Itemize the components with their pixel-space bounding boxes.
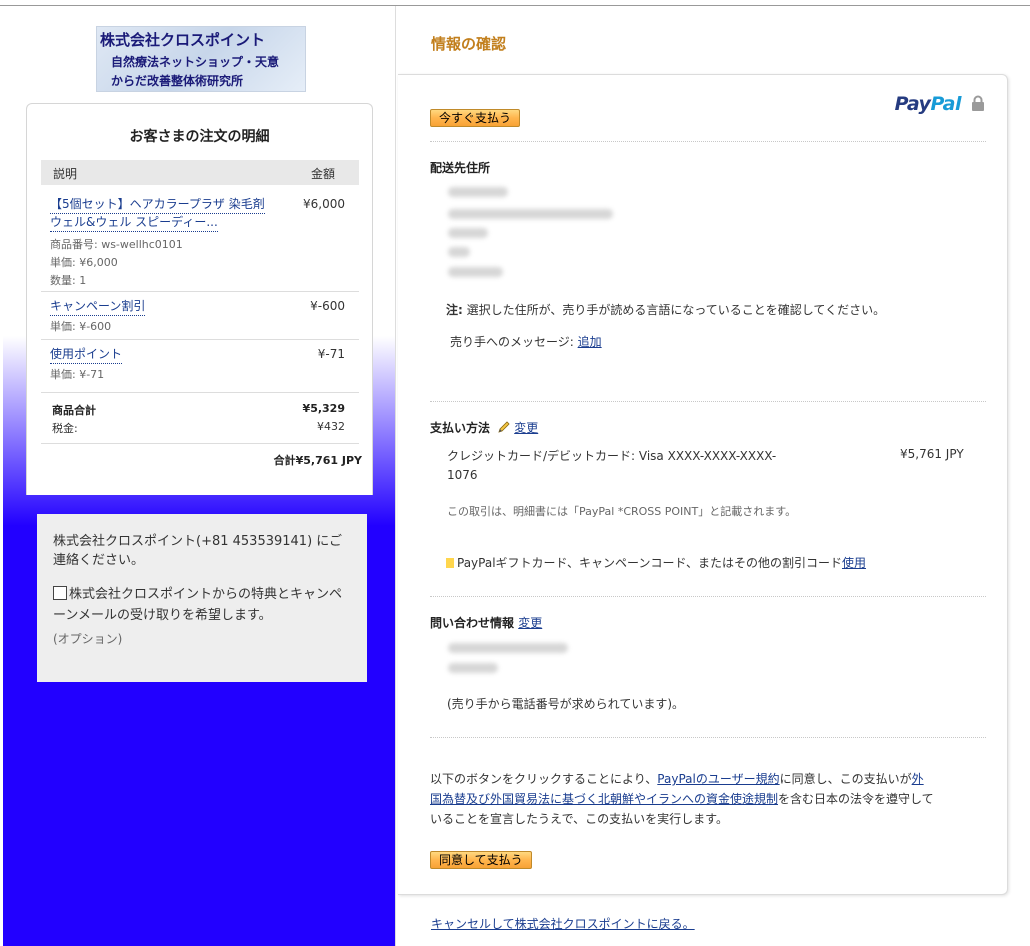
tax-value: ¥432 (317, 420, 345, 433)
marketing-optin: 株式会社クロスポイントからの特典とキャンペーンメールの受け取りを希望します。 (53, 584, 353, 626)
payment-method-label: 支払い方法 (430, 421, 491, 435)
item-amount: ¥-600 (310, 299, 345, 313)
divider (430, 737, 986, 738)
card-description: クレジットカード/デビットカード: Visa XXXX-XXXX-XXXX- (447, 449, 777, 463)
redacted-address-line (448, 247, 470, 257)
change-payment-link[interactable]: 変更 (514, 421, 538, 435)
gift-card-text: PayPalギフトカード、キャンペーンコード、またはその他の割引コード (457, 556, 842, 570)
item-name-link[interactable]: 【5個セット】ヘアカラープラザ 染毛剤 (50, 195, 265, 214)
item-name-link[interactable]: キャンペーン割引 (50, 297, 146, 316)
divider (430, 596, 986, 597)
note-text: 選択した住所が、売り手が読める言語になっていることを確認してください。 (462, 303, 886, 317)
fx-regulation-link-line2[interactable]: 国為替及び外国貿易法に基づく北朝鮮やイランへの資金使途規制 (430, 792, 778, 806)
contact-info-heading: 問い合わせ情報 変更 (430, 614, 542, 631)
cancel-return-link[interactable]: キャンセルして株式会社クロスポイントに戻る。 (431, 915, 695, 932)
card-description-line2: 1076 (447, 468, 478, 482)
paypal-logo-pal: Pal (930, 93, 961, 115)
merchant-logo: 株式会社クロスポイント 自然療法ネットショップ・天意 からだ改善整体術研究所 (96, 26, 306, 92)
order-summary-title: お客さまの注文の明細 (129, 129, 270, 145)
pencil-icon (498, 421, 510, 433)
address-language-note: 注: 選択した住所が、売り手が読める言語になっていることを確認してください。 (446, 301, 885, 318)
pay-now-button[interactable]: 今すぐ支払う (430, 109, 521, 127)
agree-text-1: 以下のボタンをクリックすることにより、 (430, 772, 658, 786)
review-panel: PayPal 今すぐ支払う 配送先住所 注: 選択した住所が、売り手が読める言語… (398, 74, 1008, 895)
logo-line-1: 株式会社クロスポイント (100, 31, 266, 49)
redacted-contact-line (448, 643, 568, 653)
item-number: 商品番号: ws-wellhc0101 (50, 238, 183, 251)
logo-line-2: 自然療法ネットショップ・天意 (111, 55, 280, 69)
seller-message-label: 売り手へのメッセージ: (450, 335, 578, 349)
redacted-address-line (448, 209, 613, 219)
subtotal-value: ¥5,329 (302, 402, 345, 415)
tax-label: 税金: (52, 422, 78, 435)
item-quantity: 数量: 1 (50, 274, 87, 287)
order-item: 【5個セット】ヘアカラープラザ 染毛剤 ウェル&ウェル スピーディー... 商品… (41, 190, 359, 292)
optin-checkbox[interactable] (53, 586, 67, 600)
paypal-logo-pay: Pay (894, 93, 931, 115)
merchant-contact-text: 株式会社クロスポイント(+81 453539141) にご連絡ください。 (53, 534, 343, 568)
redacted-address-line (448, 187, 508, 197)
contact-info-label: 問い合わせ情報 (430, 616, 515, 630)
seller-message-row: 売り手へのメッセージ: 追加 (450, 333, 602, 350)
item-name-link-line2[interactable]: ウェル&ウェル スピーディー... (50, 213, 218, 232)
order-sidebar: 株式会社クロスポイント 自然療法ネットショップ・天意 からだ改善整体術研究所 お… (3, 6, 396, 946)
logo-line-3: からだ改善整体術研究所 (111, 74, 244, 88)
add-message-link[interactable]: 追加 (578, 335, 602, 349)
gift-card-row: PayPalギフトカード、キャンペーンコード、またはその他の割引コード使用 (446, 554, 866, 571)
use-gift-code-link[interactable]: 使用 (842, 556, 866, 570)
grand-total: 合計¥5,761 JPY (273, 454, 362, 467)
order-totals: 商品合計 ¥5,329 税金: ¥432 (41, 402, 359, 444)
item-unit-price: 単価: ¥6,000 (50, 256, 118, 269)
order-table-header: 説明 金額 (41, 160, 359, 185)
divider (430, 141, 986, 142)
user-agreement-link[interactable]: PayPalのユーザー規約 (657, 772, 779, 786)
agreement-text: 以下のボタンをクリックすることにより、PayPalのユーザー規約に同意し、この支… (430, 769, 988, 829)
agree-text-3: を含む日本の法令を遵守して (778, 792, 934, 806)
page-title: 情報の確認 (431, 35, 507, 53)
paypal-logo: PayPal (894, 93, 962, 115)
shipping-address-heading: 配送先住所 (430, 161, 491, 175)
note-label: 注: (446, 303, 463, 317)
item-amount: ¥6,000 (303, 197, 345, 211)
payment-method-heading: 支払い方法 変更 (430, 419, 538, 436)
optin-label[interactable]: 株式会社クロスポイントからの特典とキャンペーンメールの受け取りを希望します。 (53, 587, 342, 623)
lock-icon (972, 95, 984, 111)
agree-text-2: に同意し、この支払いが (779, 772, 912, 786)
card-amount: ¥5,761 JPY (900, 447, 964, 461)
order-summary-panel: お客さまの注文の明細 説明 金額 【5個セット】ヘアカラープラザ 染毛剤 ウェル… (26, 103, 373, 495)
redacted-address-line (448, 228, 488, 238)
agree-text-4: いることを宣言したうえで、この支払いを実行します。 (430, 812, 728, 826)
item-unit-price: 単価: ¥-71 (50, 368, 105, 381)
gift-bullet-icon (446, 558, 454, 568)
phone-requested-note: (売り手から電話番号が求められています)。 (447, 697, 685, 711)
merchant-contact-box: 株式会社クロスポイント(+81 453539141) にご連絡ください。 株式会… (37, 514, 367, 682)
item-unit-price: 単価: ¥-600 (50, 320, 112, 333)
agree-and-pay-button[interactable]: 同意して支払う (430, 851, 532, 869)
item-name-link[interactable]: 使用ポイント (50, 345, 123, 364)
redacted-address-line (448, 267, 503, 277)
change-contact-link[interactable]: 変更 (518, 616, 542, 630)
item-amount: ¥-71 (317, 347, 345, 361)
subtotal-label: 商品合計 (52, 404, 96, 417)
order-item: キャンペーン割引 単価: ¥-600 ¥-600 (41, 292, 359, 340)
divider (430, 401, 986, 402)
statement-descriptor-note: この取引は、明細書には「PayPal *CROSS POINT」と記載されます。 (447, 505, 797, 518)
header-amount: 金額 (310, 167, 335, 181)
fx-regulation-link[interactable]: 外 (912, 772, 924, 786)
redacted-contact-line (448, 663, 498, 673)
order-item: 使用ポイント 単価: ¥-71 ¥-71 (41, 340, 359, 393)
optional-label: (オプション) (53, 632, 123, 646)
header-description: 説明 (53, 167, 78, 181)
